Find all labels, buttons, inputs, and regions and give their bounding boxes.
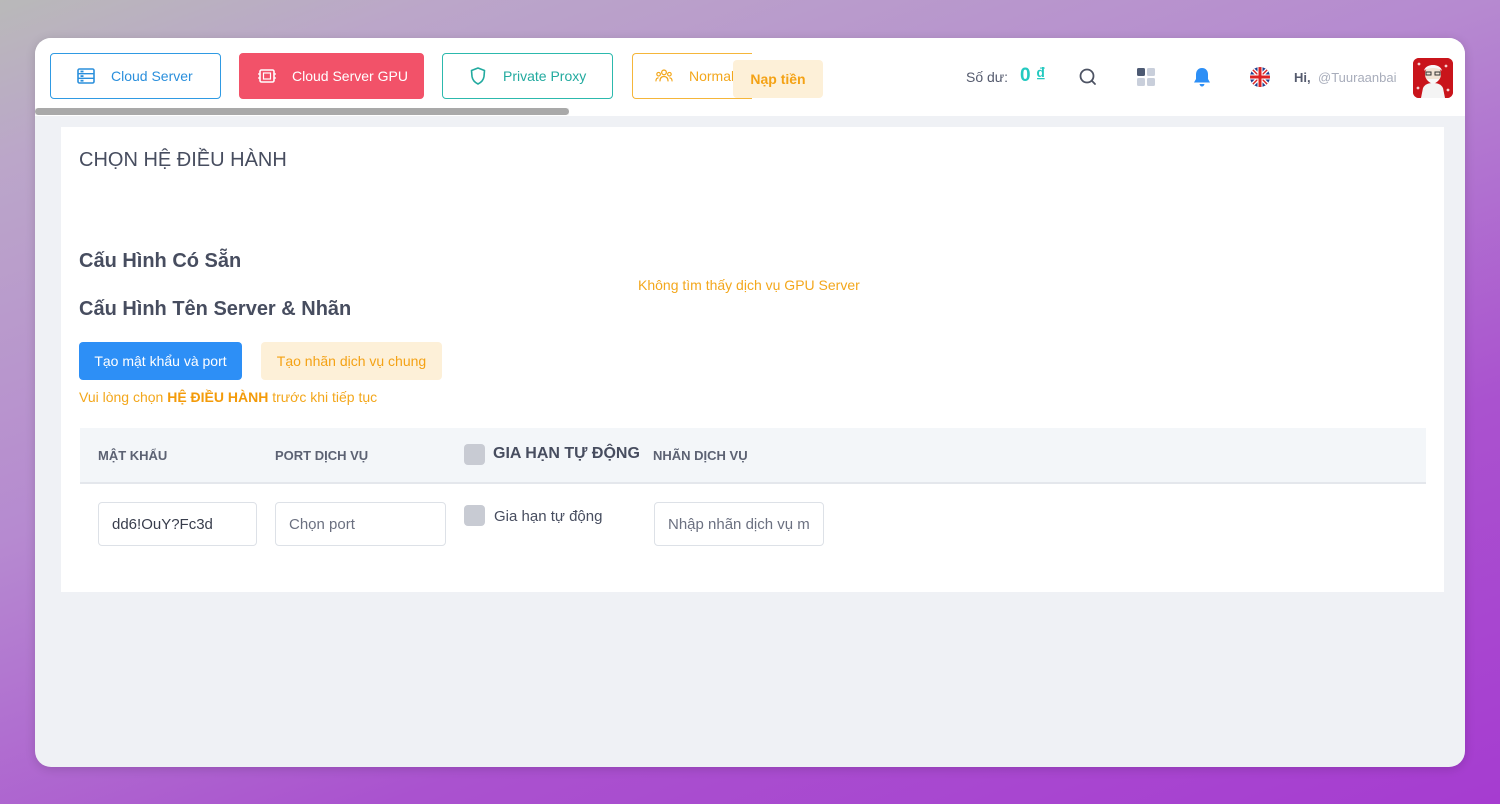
avatar[interactable] <box>1413 58 1453 98</box>
tab-cloud-server[interactable]: Cloud Server <box>50 53 221 99</box>
apps-grid-icon[interactable] <box>1135 66 1157 88</box>
username[interactable]: @Tuuraanbai <box>1318 70 1396 85</box>
col-auto-renew: GIA HẠN TỰ ĐỘNG <box>493 445 640 462</box>
balance-label: Số dư: <box>966 69 1009 85</box>
col-password: MẬT KHẨU <box>98 448 168 463</box>
create-common-label-button[interactable]: Tạo nhãn dịch vụ chung <box>261 342 442 380</box>
app-window: Cloud Server Cloud Server GPU Private Pr… <box>35 38 1465 767</box>
chip-icon <box>258 67 276 85</box>
greeting: Hi, <box>1294 70 1311 85</box>
tab-label: Cloud Server <box>111 68 193 84</box>
generate-password-port-button[interactable]: Tạo mật khẩu và port <box>79 342 242 380</box>
bell-icon[interactable] <box>1191 66 1213 88</box>
port-select[interactable] <box>275 502 446 546</box>
no-gpu-service-message: Không tìm thấy dịch vụ GPU Server <box>638 277 860 293</box>
horizontal-scrollbar[interactable] <box>35 108 569 115</box>
tab-cloud-server-gpu[interactable]: Cloud Server GPU <box>239 53 424 99</box>
preset-config-heading: Cấu Hình Có Sẵn <box>79 250 242 272</box>
os-section-title: CHỌN HỆ ĐIỀU HÀNH <box>79 149 287 171</box>
password-input[interactable] <box>98 502 257 546</box>
tab-label: Private Proxy <box>503 68 587 84</box>
table-header: MẬT KHẨU PORT DỊCH VỤ GIA HẠN TỰ ĐỘNG NH… <box>80 428 1426 484</box>
auto-renew-checkbox[interactable] <box>464 505 485 526</box>
tab-label: Cloud Server GPU <box>292 68 408 84</box>
service-label-input[interactable] <box>654 502 824 546</box>
users-icon <box>655 67 673 85</box>
shield-icon <box>469 67 487 85</box>
col-service-label: NHÃN DỊCH VỤ <box>653 448 748 463</box>
auto-renew-label: Gia hạn tự động <box>494 508 603 525</box>
col-port: PORT DỊCH VỤ <box>275 448 369 463</box>
config-card: CHỌN HỆ ĐIỀU HÀNH Cấu Hình Có Sẵn Không … <box>61 127 1444 592</box>
os-warning-message: Vui lòng chọn HỆ ĐIỀU HÀNH trước khi tiế… <box>79 389 378 405</box>
topup-button[interactable]: Nạp tiền <box>733 60 823 98</box>
server-name-label-heading: Cấu Hình Tên Server & Nhãn <box>79 298 352 320</box>
auto-renew-all-checkbox[interactable] <box>464 444 485 465</box>
tab-private-proxy[interactable]: Private Proxy <box>442 53 613 99</box>
uk-flag-icon[interactable] <box>1249 66 1271 88</box>
server-list-icon <box>77 67 95 85</box>
search-icon[interactable] <box>1077 66 1099 88</box>
top-navbar: Cloud Server Cloud Server GPU Private Pr… <box>35 38 1465 116</box>
balance-value: 0 ₫ <box>1020 65 1046 86</box>
